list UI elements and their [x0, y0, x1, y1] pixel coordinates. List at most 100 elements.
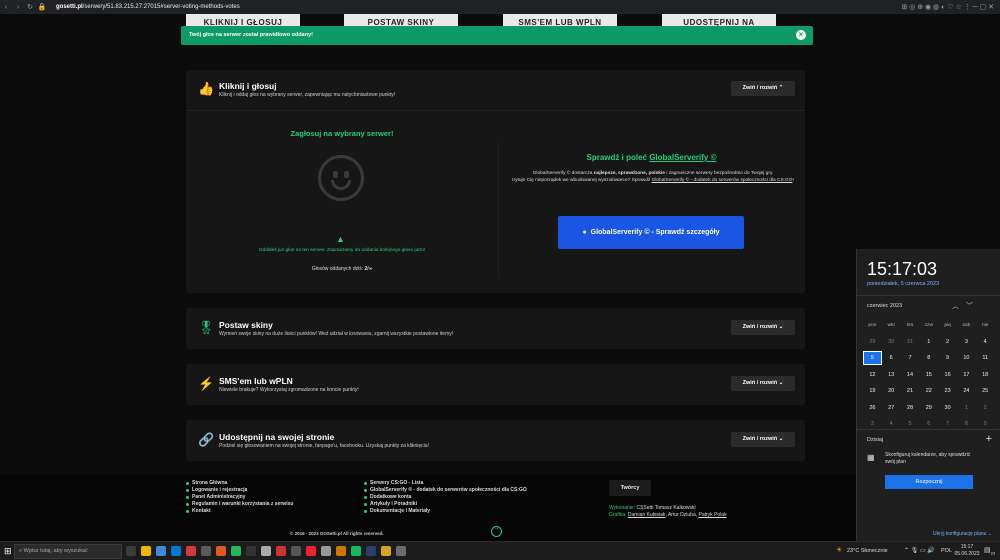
- calendar-day[interactable]: 16: [938, 372, 957, 378]
- windows-start-icon[interactable]: ⊞: [4, 546, 12, 557]
- app-icon[interactable]: [276, 546, 286, 556]
- calendar-day[interactable]: 11: [976, 355, 995, 361]
- calendar-day[interactable]: 4: [976, 339, 995, 345]
- calendar-day[interactable]: 1: [919, 339, 938, 345]
- globalserverify-button[interactable]: ● GlobalServerify © - Sprawdź szczegóły: [558, 216, 744, 249]
- footer-link[interactable]: Artykuły i Poradniki: [364, 501, 527, 508]
- app-icon[interactable]: [156, 546, 166, 556]
- clock-date[interactable]: poniedziałek, 5 czerwca 2023: [867, 281, 939, 287]
- address-bar[interactable]: gosetti.pl/serwery/51.83.215.27:27015#se…: [56, 4, 240, 10]
- creators-button[interactable]: Twórcy: [609, 480, 651, 496]
- steam-icon[interactable]: [366, 546, 376, 556]
- calendar-day[interactable]: 2: [976, 405, 995, 411]
- calendar-day[interactable]: 29: [863, 339, 882, 345]
- calendar-day[interactable]: 14: [901, 372, 920, 378]
- close-icon[interactable]: ×: [796, 30, 806, 40]
- app-icon[interactable]: [321, 546, 331, 556]
- calendar-day-today[interactable]: 5: [863, 351, 882, 366]
- calendar-day[interactable]: 30: [938, 405, 957, 411]
- promo-link[interactable]: GlobalServerify © - dodatek do serwerów …: [652, 178, 793, 183]
- tray-icons[interactable]: ⌃ 🎙 ▭ 🔊: [904, 547, 935, 554]
- language-indicator[interactable]: POL: [941, 548, 952, 554]
- calendar-day[interactable]: 31: [901, 339, 920, 345]
- calendar-day[interactable]: 19: [863, 388, 882, 394]
- calendar-day[interactable]: 6: [919, 421, 938, 427]
- calendar-day[interactable]: 21: [901, 388, 920, 394]
- extension-icons[interactable]: ⊞ ◎ ⊕ ◉ ◍ ◐ ♡ ☆ ⋮ ─ ▢ ✕: [901, 3, 1000, 11]
- hide-plan-link[interactable]: Ukryj konfigurację planu ⌄: [933, 531, 992, 537]
- app-icon[interactable]: [336, 546, 346, 556]
- forward-icon[interactable]: ›: [12, 4, 24, 11]
- calendar-day[interactable]: 8: [919, 355, 938, 361]
- toggle-button[interactable]: Zwiń / rozwiń ⌄: [731, 320, 795, 335]
- calendar-day[interactable]: 18: [976, 372, 995, 378]
- footer-link[interactable]: Regulamin i warunki korzystania z serwis…: [186, 501, 293, 508]
- calendar-day[interactable]: 1: [957, 405, 976, 411]
- calendar-day[interactable]: 9: [976, 421, 995, 427]
- app-icon[interactable]: [201, 546, 211, 556]
- calendar-day[interactable]: 7: [901, 355, 920, 361]
- calendar-day[interactable]: 8: [957, 421, 976, 427]
- app-icon[interactable]: [396, 546, 406, 556]
- footer-link[interactable]: Kontakt: [186, 508, 293, 515]
- footer-link[interactable]: Logowanie i rejestracja: [186, 487, 293, 494]
- app-icon[interactable]: [351, 546, 361, 556]
- toggle-button[interactable]: Zwiń / rozwiń ⌄: [731, 432, 795, 447]
- calendar-day[interactable]: 4: [882, 421, 901, 427]
- app-icon[interactable]: [261, 546, 271, 556]
- task-view-icon[interactable]: [126, 546, 136, 556]
- weather-text[interactable]: 23°C Słonecznie: [847, 548, 888, 554]
- explorer-icon[interactable]: [141, 546, 151, 556]
- calendar-day[interactable]: 9: [938, 355, 957, 361]
- calendar-day[interactable]: 23: [938, 388, 957, 394]
- calendar-day[interactable]: 27: [882, 405, 901, 411]
- footer-link[interactable]: Strona Główna: [186, 480, 293, 487]
- edge-icon[interactable]: [171, 546, 181, 556]
- toggle-button[interactable]: Zwiń / rozwiń ⌃: [731, 81, 795, 96]
- calendar-day[interactable]: 10: [957, 355, 976, 361]
- taskbar-clock[interactable]: 15:17 05.06.2023: [954, 544, 980, 557]
- section-title: Kliknij i głosuj: [219, 81, 277, 91]
- calendar-day[interactable]: 2: [938, 339, 957, 345]
- app-icon[interactable]: [216, 546, 226, 556]
- calendar-day[interactable]: 24: [957, 388, 976, 394]
- calendar-day[interactable]: 28: [901, 405, 920, 411]
- calendar-day[interactable]: 13: [882, 372, 901, 378]
- calendar-day[interactable]: 17: [957, 372, 976, 378]
- calendar-day[interactable]: 6: [882, 355, 901, 361]
- opera-icon[interactable]: [306, 546, 316, 556]
- month-nav-icons[interactable]: ︿﹀: [952, 301, 980, 311]
- footer-link[interactable]: Dokumentacje i Materiały: [364, 508, 527, 515]
- calendar-day[interactable]: 20: [882, 388, 901, 394]
- app-icon[interactable]: [381, 546, 391, 556]
- calendar-day[interactable]: 3: [957, 339, 976, 345]
- add-event-icon[interactable]: +: [986, 433, 992, 445]
- calendar-day[interactable]: 22: [919, 388, 938, 394]
- start-button[interactable]: Rozpocznij: [885, 475, 973, 489]
- calendar-day[interactable]: 5: [901, 421, 920, 427]
- reload-icon[interactable]: ↻: [24, 3, 36, 11]
- notification-icon[interactable]: ▤23: [984, 546, 995, 555]
- calendar-day[interactable]: 26: [863, 405, 882, 411]
- back-icon[interactable]: ‹: [0, 4, 12, 11]
- app-icon[interactable]: [231, 546, 241, 556]
- footer-link[interactable]: GlobalServerify ® - dodatek do serwerów …: [364, 487, 527, 494]
- calendar-day[interactable]: 30: [882, 339, 901, 345]
- footer-link[interactable]: Dodatkowe konta: [364, 494, 527, 501]
- app-icon[interactable]: [291, 546, 301, 556]
- taskbar-search[interactable]: ⌕ Wpisz tutaj, aby wyszukać: [14, 544, 122, 559]
- calendar-month[interactable]: czerwiec 2023: [867, 303, 902, 309]
- calendar-day[interactable]: 3: [863, 421, 882, 427]
- footer-link[interactable]: Serwery CS:GO - Lista: [364, 480, 527, 487]
- calendar-day[interactable]: 25: [976, 388, 995, 394]
- calendar-day[interactable]: 7: [938, 421, 957, 427]
- calendar-day[interactable]: 15: [919, 372, 938, 378]
- app-icon[interactable]: [246, 546, 256, 556]
- app-icon[interactable]: [186, 546, 196, 556]
- calendar-day[interactable]: 29: [919, 405, 938, 411]
- footer-link[interactable]: Panel Administracyjny: [186, 494, 293, 501]
- scroll-top-icon[interactable]: ⌃: [491, 526, 502, 537]
- toggle-button[interactable]: Zwiń / rozwiń ⌄: [731, 376, 795, 391]
- calendar-day[interactable]: 12: [863, 372, 882, 378]
- credits: Wykonanie: CSSetti Tomasz Kalkowski Graf…: [609, 505, 727, 518]
